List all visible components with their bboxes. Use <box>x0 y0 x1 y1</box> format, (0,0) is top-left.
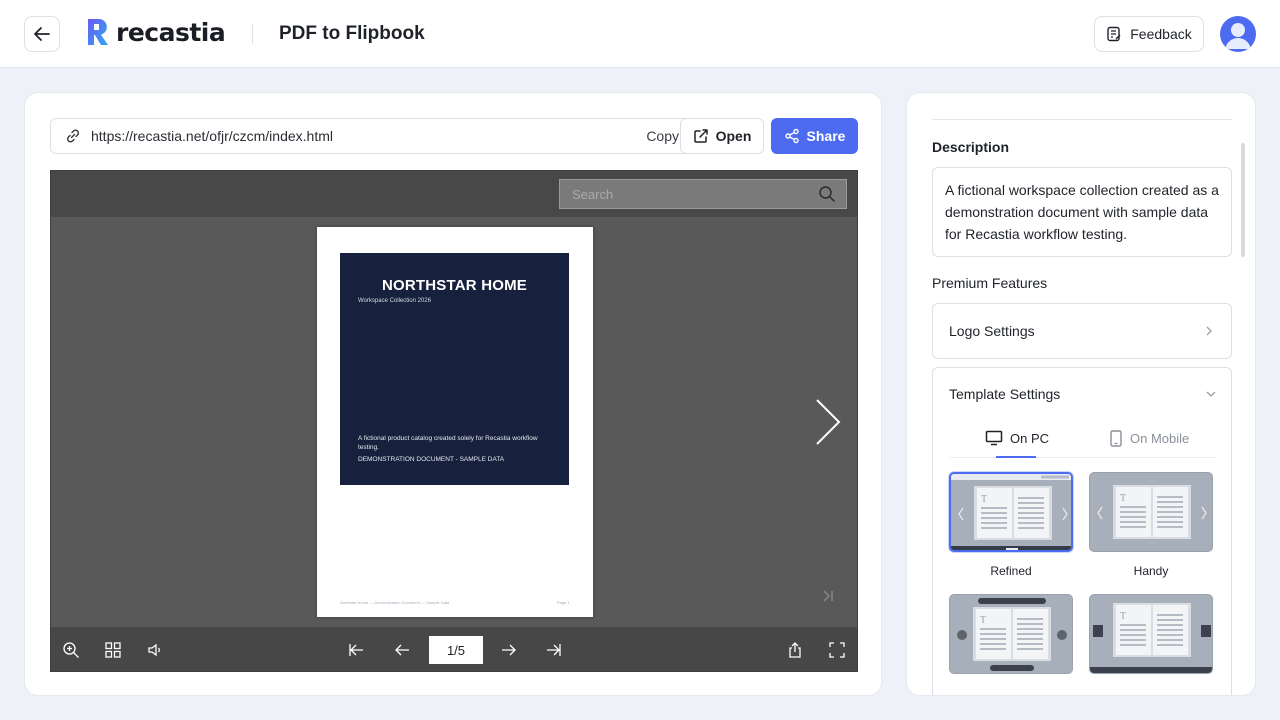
external-link-icon <box>693 129 708 143</box>
template-settings-section: Template Settings On PC On Mobile T Refi… <box>932 367 1232 695</box>
flipbook-page[interactable]: NORTHSTAR HOME Workspace Collection 2026… <box>317 227 593 617</box>
template-thumbnail-4[interactable]: T <box>1089 594 1213 674</box>
logo-settings-row[interactable]: Logo Settings <box>932 303 1232 359</box>
share-icon <box>784 128 799 144</box>
sound-icon[interactable] <box>145 640 165 660</box>
template-refined-thumbnail[interactable]: T <box>949 472 1073 552</box>
monitor-icon <box>985 430 1003 446</box>
tab-on-pc-label: On PC <box>1010 430 1050 446</box>
template-refined-label: Refined <box>990 564 1032 578</box>
next-page-arrow-icon[interactable] <box>813 396 843 448</box>
panel-divider <box>932 119 1232 120</box>
link-icon <box>66 129 80 143</box>
back-button[interactable] <box>24 16 60 52</box>
svg-text:T: T <box>1120 611 1126 622</box>
cover-subtitle: Workspace Collection 2026 <box>358 298 431 304</box>
zoom-in-icon[interactable] <box>61 640 81 660</box>
arrow-left-icon <box>34 27 50 41</box>
first-page-icon[interactable] <box>346 640 366 660</box>
cover-title: NORTHSTAR HOME <box>381 277 527 294</box>
tab-on-mobile-label: On Mobile <box>1130 431 1190 446</box>
share-out-icon[interactable] <box>785 640 805 660</box>
search-icon[interactable] <box>818 185 836 203</box>
feedback-button[interactable]: Feedback <box>1094 16 1204 52</box>
mobile-icon <box>1110 430 1122 447</box>
template-handy-thumbnail[interactable]: T <box>1089 472 1213 552</box>
book-preview-icon: T <box>1097 485 1207 539</box>
thumbnails-grid-icon[interactable] <box>103 640 123 660</box>
book-preview-icon: T <box>951 474 1071 550</box>
viewer-search-box <box>559 179 847 209</box>
page-title: PDF to Flipbook <box>279 23 425 44</box>
svg-text:T: T <box>981 494 987 505</box>
cover-panel: NORTHSTAR HOME Workspace Collection 2026… <box>340 253 569 485</box>
book-preview-icon: T <box>957 598 1067 671</box>
user-icon <box>1225 23 1251 49</box>
template-thumbnail-3[interactable]: T <box>949 594 1073 674</box>
share-label: Share <box>806 128 846 144</box>
feedback-label: Feedback <box>1130 26 1192 42</box>
template-settings-header[interactable]: Template Settings <box>949 386 1217 402</box>
viewer-top-bar <box>51 171 857 217</box>
feedback-icon <box>1107 26 1121 42</box>
flipbook-viewer: NORTHSTAR HOME Workspace Collection 2026… <box>50 170 858 672</box>
viewer-search-input[interactable] <box>572 186 818 202</box>
share-url: https://recastia.net/ofjr/czcm/index.htm… <box>91 128 333 144</box>
page-footer-left: Northstar Home — Demonstration Document … <box>340 600 450 605</box>
last-page-button-icon[interactable] <box>544 640 564 660</box>
cover-demo-note: DEMONSTRATION DOCUMENT - SAMPLE DATA <box>358 456 505 463</box>
description-textarea[interactable]: A fictional workspace collection created… <box>932 167 1232 257</box>
open-button[interactable]: Open <box>680 118 764 154</box>
share-button[interactable]: Share <box>771 118 858 154</box>
last-page-icon[interactable] <box>821 589 835 603</box>
book-preview-icon: T <box>1090 603 1212 673</box>
premium-features-label: Premium Features <box>932 275 1048 291</box>
preview-card: https://recastia.net/ofjr/czcm/index.htm… <box>24 92 882 696</box>
template-settings-label: Template Settings <box>949 386 1061 402</box>
tab-on-pc[interactable]: On PC <box>985 430 1049 446</box>
panel-scrollbar[interactable] <box>1241 143 1245 257</box>
viewer-bottom-bar <box>51 627 857 671</box>
template-handy-label: Handy <box>1133 564 1169 578</box>
fullscreen-icon[interactable] <box>827 640 847 660</box>
settings-panel: Description A fictional workspace collec… <box>906 92 1256 696</box>
active-tab-indicator <box>996 456 1036 458</box>
logo-settings-label: Logo Settings <box>949 323 1035 339</box>
logo-text: recastia <box>116 17 226 47</box>
prev-page-icon[interactable] <box>392 640 412 660</box>
app-logo[interactable]: recastia <box>86 16 226 48</box>
copy-button[interactable]: Copy <box>646 128 679 144</box>
page-number-input[interactable] <box>429 636 483 664</box>
user-avatar[interactable] <box>1220 16 1256 52</box>
header-divider <box>252 24 253 44</box>
svg-text:T: T <box>1120 493 1126 504</box>
tabs-divider <box>949 457 1217 458</box>
cover-description: A fictional product catalog created sole… <box>358 435 538 451</box>
page-footer-right: Page 1 <box>557 600 570 605</box>
top-header: recastia PDF to Flipbook Feedback <box>0 0 1280 68</box>
logo-mark-icon <box>88 19 108 45</box>
description-label: Description <box>932 139 1010 155</box>
tab-on-mobile[interactable]: On Mobile <box>1109 430 1189 447</box>
open-label: Open <box>715 128 752 144</box>
chevron-down-icon <box>1206 391 1216 397</box>
svg-text:T: T <box>980 615 986 626</box>
chevron-right-icon <box>1206 326 1212 336</box>
next-page-icon[interactable] <box>499 640 519 660</box>
share-url-field[interactable]: https://recastia.net/ofjr/czcm/index.htm… <box>50 118 696 154</box>
